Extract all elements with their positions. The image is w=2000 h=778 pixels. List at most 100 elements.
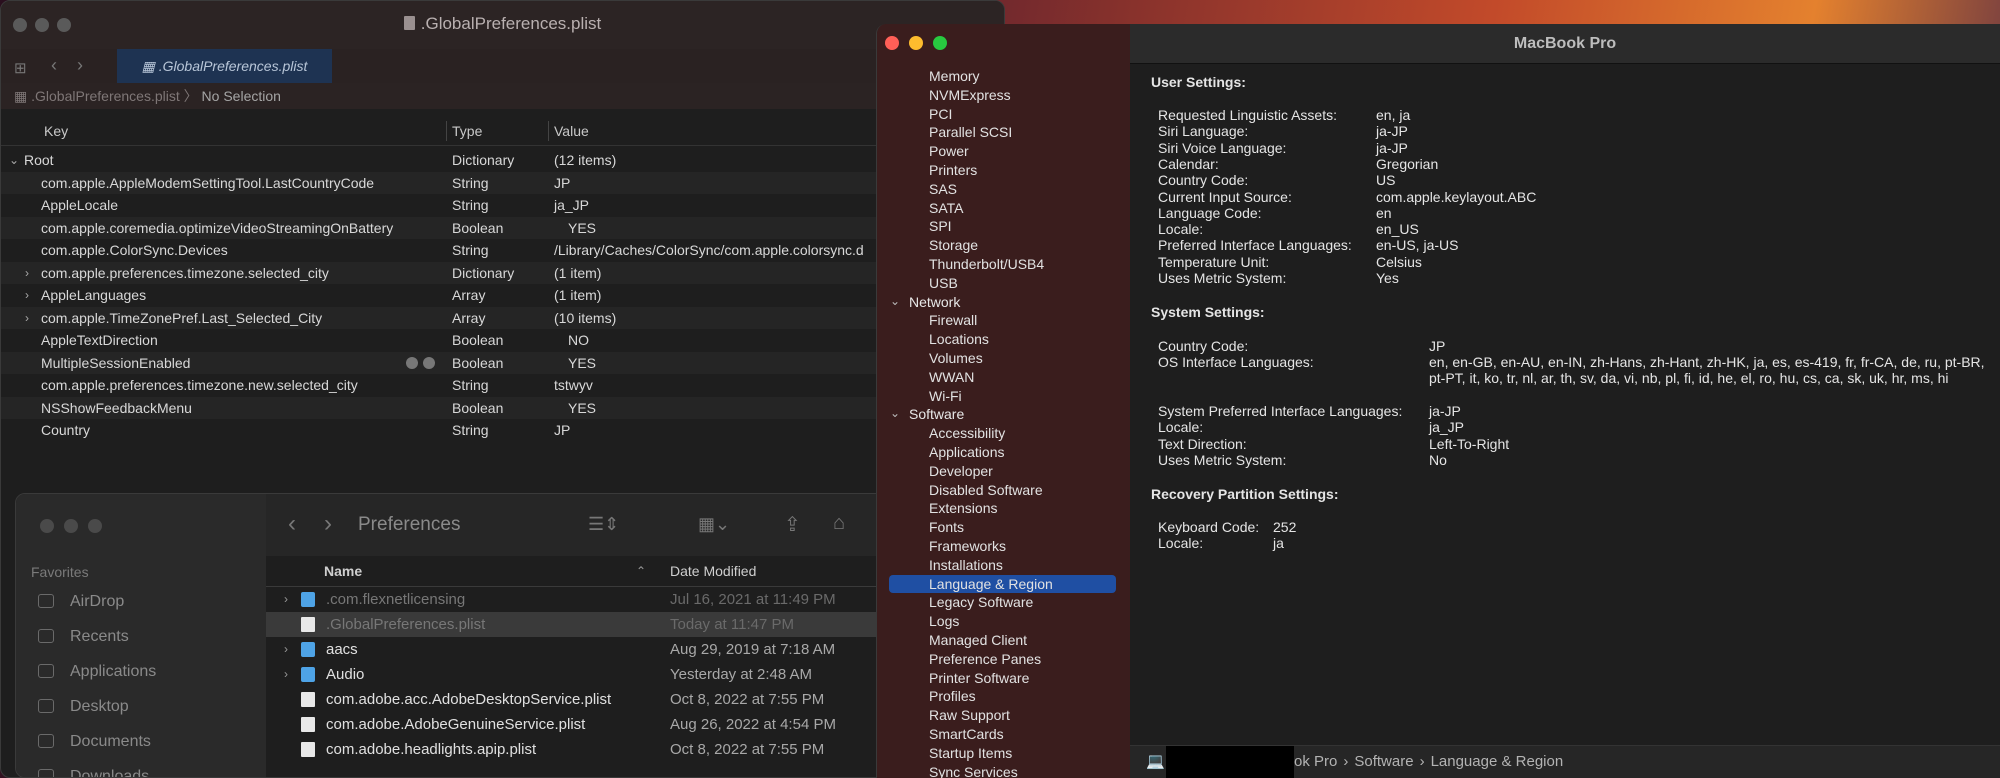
sidebar-item[interactable]: Printers (929, 162, 977, 178)
row-type[interactable]: Array (452, 307, 485, 329)
plist-row[interactable]: AppleTextDirection Boolean NO (1, 329, 1004, 352)
sidebar-item[interactable]: Applications (929, 444, 1005, 460)
sidebar-item[interactable]: Legacy Software (929, 594, 1033, 610)
row-type[interactable]: Dictionary (452, 262, 514, 284)
sidebar-item[interactable]: Language & Region (929, 576, 1053, 592)
add-row-icon[interactable] (406, 356, 418, 369)
row-type[interactable]: String (452, 239, 489, 261)
disclosure-chevron-icon[interactable]: ⌄ (890, 294, 900, 308)
sidebar-item[interactable]: SAS (929, 181, 957, 197)
sidebar-item[interactable]: Accessibility (929, 425, 1005, 441)
remove-row-icon[interactable] (423, 356, 435, 369)
plist-row[interactable]: › com.apple.TimeZonePref.Last_Selected_Ci… (1, 306, 1004, 329)
plist-row[interactable]: Country String JP (1, 419, 1004, 442)
sidebar-item[interactable]: AirDrop (16, 584, 266, 619)
sidebar-category[interactable]: Network (909, 294, 960, 310)
sidebar-item[interactable]: Thunderbolt/USB4 (929, 256, 1044, 272)
disclosure-chevron-icon[interactable]: ⌄ (890, 406, 900, 420)
row-value[interactable]: JP (554, 172, 570, 194)
disclosure-chevron-icon[interactable]: › (25, 284, 29, 306)
close-button[interactable] (40, 519, 54, 533)
minimize-button[interactable] (64, 519, 78, 533)
sidebar-item[interactable]: Developer (929, 463, 993, 479)
plist-row[interactable]: NSShowFeedbackMenu Boolean YES (1, 396, 1004, 419)
plist-row[interactable]: ⌄ Root Dictionary (12 items) (1, 149, 1004, 172)
column-name[interactable]: Name (324, 556, 362, 586)
plist-row[interactable]: › com.apple.preferences.timezone.selected… (1, 261, 1004, 284)
row-type[interactable]: String (452, 419, 489, 441)
path-file[interactable]: .GlobalPreferences.plist (31, 88, 180, 104)
sidebar-item[interactable]: Installations (929, 557, 1003, 573)
row-type[interactable]: Array (452, 284, 485, 306)
sidebar-item[interactable]: Parallel SCSI (929, 124, 1012, 140)
row-type[interactable]: Boolean (452, 352, 503, 374)
sidebar-item[interactable]: Preference Panes (929, 651, 1041, 667)
file-row[interactable]: › Audio Yesterday at 2:48 AM (266, 662, 884, 687)
close-button[interactable] (885, 36, 899, 50)
row-value[interactable]: tstwyv (554, 374, 593, 396)
forward-icon[interactable]: › (77, 55, 83, 76)
share-icon[interactable]: ⇪ (784, 512, 801, 537)
plist-row[interactable]: MultipleSessionEnabled Boolean YES (1, 351, 1004, 374)
forward-icon[interactable]: › (324, 510, 332, 538)
disclosure-chevron-icon[interactable]: › (284, 587, 288, 612)
disclosure-chevron-icon[interactable]: › (25, 262, 29, 284)
file-row[interactable]: .GlobalPreferences.plist Today at 11:47 P… (266, 612, 884, 637)
row-type[interactable]: Boolean (452, 217, 503, 239)
column-value[interactable]: Value (554, 123, 589, 139)
sidebar-item[interactable]: Startup Items (929, 745, 1012, 761)
plist-row[interactable]: com.apple.ColorSync.Devices String/Librar… (1, 239, 1004, 262)
sidebar-item[interactable]: Applications (16, 654, 266, 689)
disclosure-chevron-icon[interactable]: › (25, 307, 29, 329)
file-row[interactable]: com.adobe.headlights.apip.plist Oct 8, 20… (266, 737, 884, 762)
row-value[interactable]: (1 item) (554, 262, 601, 284)
plist-row[interactable]: com.apple.preferences.timezone.new.selec… (1, 374, 1004, 397)
zoom-button[interactable] (933, 36, 947, 50)
sidebar-item[interactable]: Profiles (929, 688, 976, 704)
sidebar-item[interactable]: WWAN (929, 369, 974, 385)
grid-icon[interactable]: ⊞ (14, 59, 27, 77)
sidebar-item[interactable]: Wi-Fi (929, 388, 962, 404)
column-type[interactable]: Type (452, 123, 482, 139)
row-value[interactable]: /Library/Caches/ColorSync/com.apple.colo… (554, 239, 864, 261)
column-key[interactable]: Key (44, 123, 68, 139)
sidebar-item[interactable]: PCI (929, 106, 952, 122)
plist-row[interactable]: AppleLocale String ja_JP (1, 194, 1004, 217)
sidebar-item[interactable]: Logs (929, 613, 959, 629)
row-value[interactable]: YES (568, 217, 596, 239)
breadcrumb-item[interactable]: Language & Region (1431, 753, 1564, 770)
row-value[interactable]: JP (554, 419, 570, 441)
disclosure-chevron-icon[interactable]: › (284, 662, 288, 687)
list-view-icon[interactable]: ☰⇕ (588, 514, 619, 535)
row-value[interactable]: ja_JP (554, 194, 589, 216)
back-icon[interactable]: ‹ (288, 510, 296, 538)
breadcrumb-item[interactable]: Software (1354, 753, 1413, 770)
sidebar-item[interactable]: Firewall (929, 312, 977, 328)
sidebar-item[interactable]: NVMExpress (929, 87, 1011, 103)
column-divider[interactable] (446, 121, 447, 141)
row-value[interactable]: NO (568, 329, 589, 351)
row-type[interactable]: Boolean (452, 397, 503, 419)
row-value[interactable]: (10 items) (554, 307, 616, 329)
sidebar-item[interactable]: Extensions (929, 500, 997, 516)
sidebar-item[interactable]: Documents (16, 724, 266, 759)
sidebar-category[interactable]: Software (909, 406, 964, 422)
row-type[interactable]: String (452, 374, 489, 396)
plist-row[interactable]: com.apple.coremedia.optimizeVideoStreami… (1, 216, 1004, 239)
sidebar-item[interactable]: Frameworks (929, 538, 1006, 554)
plist-row[interactable]: com.apple.AppleModemSettingTool.LastCoun… (1, 171, 1004, 194)
sidebar-item[interactable]: USB (929, 275, 958, 291)
row-type[interactable]: Boolean (452, 329, 503, 351)
sidebar-item[interactable]: Locations (929, 331, 989, 347)
row-type[interactable]: Dictionary (452, 149, 514, 171)
row-value[interactable]: YES (568, 352, 596, 374)
column-divider[interactable] (548, 121, 549, 141)
sidebar-item[interactable]: Raw Support (929, 707, 1010, 723)
file-row[interactable]: com.adobe.AdobeGenuineService.plist Aug 2… (266, 712, 884, 737)
sidebar-item[interactable]: SATA (929, 200, 964, 216)
sidebar-item[interactable]: Volumes (929, 350, 983, 366)
sidebar-item[interactable]: Sync Services (929, 764, 1018, 778)
group-icon[interactable]: ▦⌄ (698, 514, 730, 535)
sidebar-item[interactable]: Disabled Software (929, 482, 1043, 498)
sidebar-item[interactable]: SPI (929, 218, 952, 234)
